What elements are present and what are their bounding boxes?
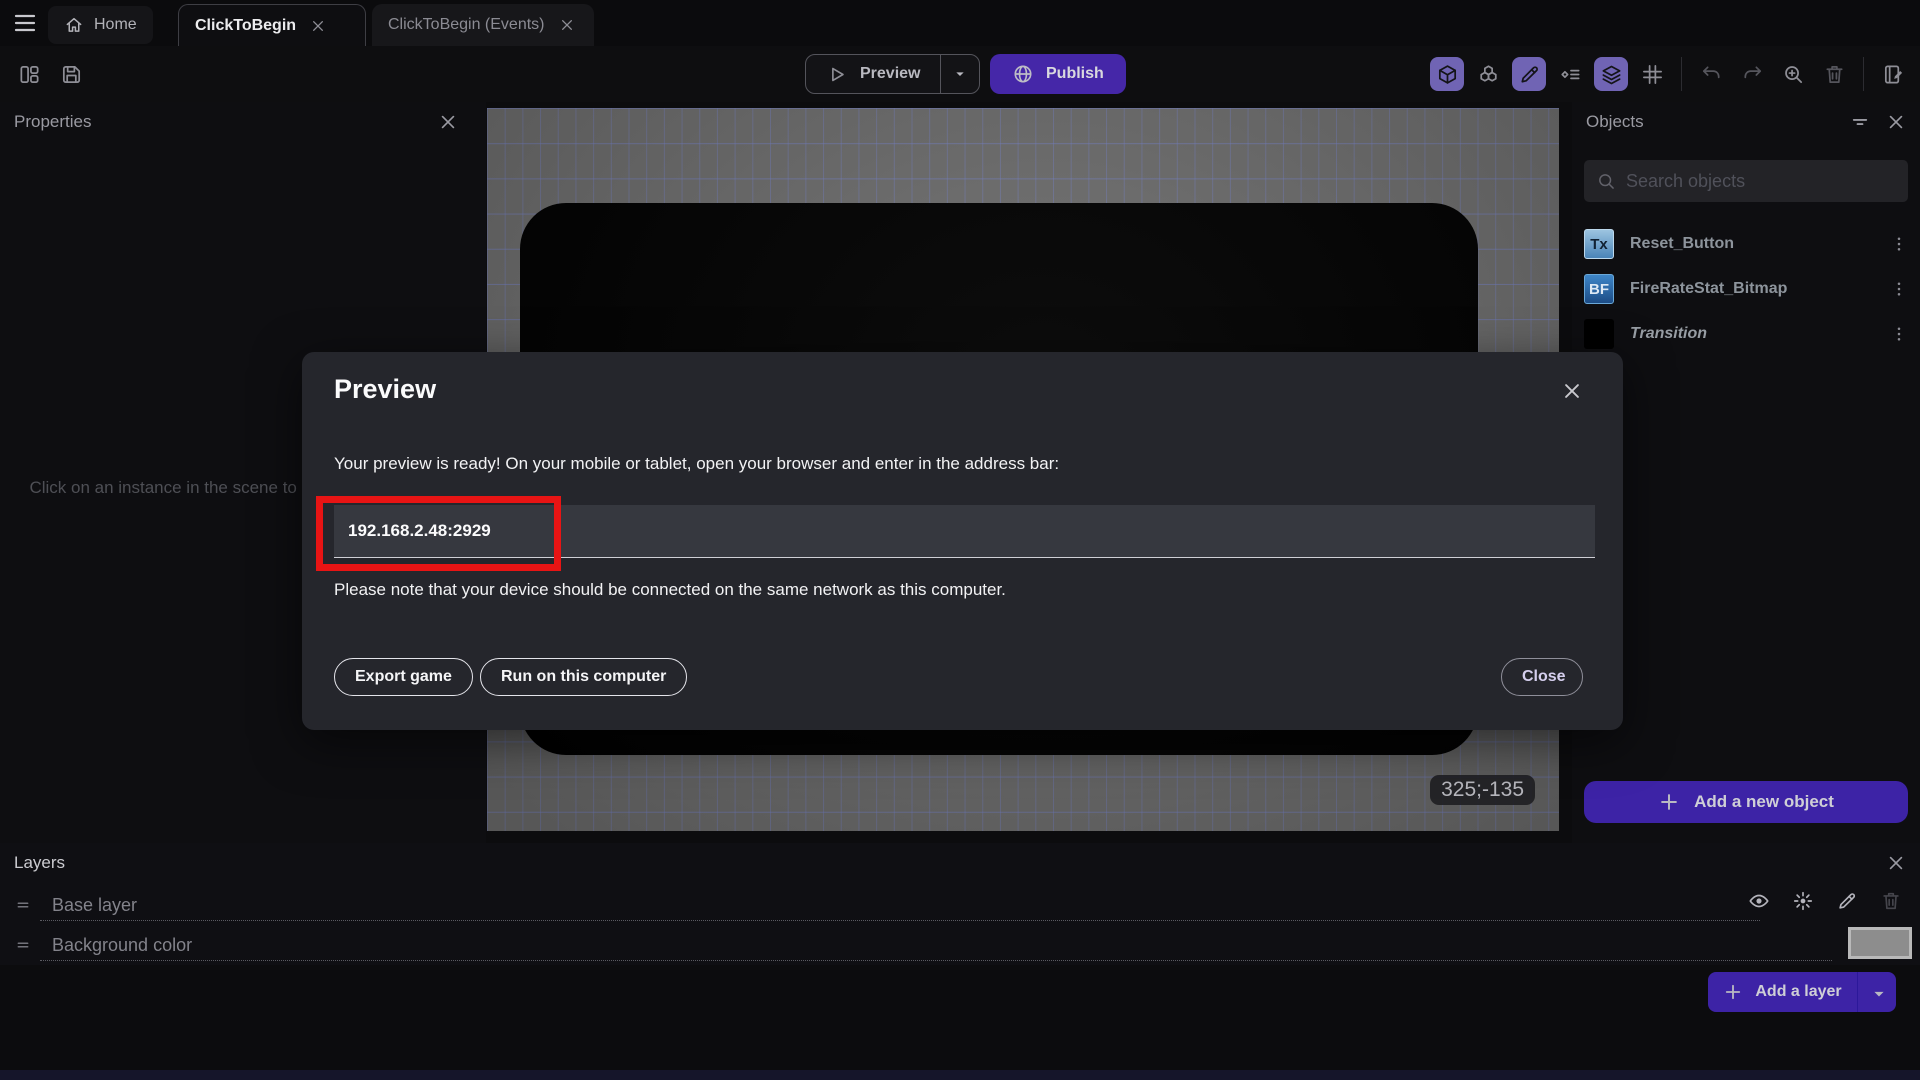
add-layer-dropdown-button[interactable]: [1858, 984, 1896, 1000]
close-button[interactable]: Close: [1501, 658, 1583, 696]
add-object-label: Add a new object: [1694, 792, 1834, 811]
properties-panel-title: Properties: [14, 112, 92, 131]
object-label: Transition: [1630, 325, 1708, 342]
drag-handle-icon[interactable]: [12, 938, 34, 952]
objects-panel-title: Objects: [1586, 112, 1644, 131]
add-layer-label: Add a layer: [1755, 983, 1842, 1000]
bottom-strip: [0, 1070, 1920, 1080]
layer-row-base[interactable]: Base layer: [0, 885, 1920, 925]
preview-dialog: Preview Your preview is ready! On your m…: [302, 352, 1623, 730]
zoom-in-icon[interactable]: [1776, 57, 1810, 91]
tab-events-label: ClickToBegin (Events): [388, 16, 545, 33]
cube-3d-icon[interactable]: [1430, 57, 1464, 91]
object-row-reset-button[interactable]: Tx Reset_Button: [1572, 222, 1920, 266]
object-label: FireRateStat_Bitmap: [1630, 280, 1788, 297]
search-icon: [1596, 171, 1616, 191]
tab-scene[interactable]: ClickToBegin: [178, 4, 366, 46]
tab-events[interactable]: ClickToBegin (Events): [372, 4, 594, 46]
delete-layer-icon[interactable]: [1880, 890, 1902, 912]
cursor-coordinates-badge: 325;-135: [1430, 775, 1535, 805]
run-on-this-computer-button[interactable]: Run on this computer: [480, 658, 688, 696]
text-object-icon: Tx: [1584, 229, 1614, 259]
home-icon: [64, 15, 84, 35]
close-icon[interactable]: [559, 17, 575, 33]
panels-icon[interactable]: [12, 57, 46, 91]
close-icon[interactable]: [1886, 112, 1906, 132]
more-options-icon[interactable]: [1890, 325, 1908, 343]
layer-name: Base layer: [52, 894, 138, 915]
objects-panel: Objects Search objects Tx Reset_Button B…: [1572, 102, 1920, 843]
sprite-object-icon: [1584, 319, 1614, 349]
visibility-eye-icon[interactable]: [1748, 890, 1770, 912]
preview-dropdown-button[interactable]: [941, 54, 979, 94]
more-options-icon[interactable]: [1890, 235, 1908, 253]
close-icon[interactable]: [1886, 853, 1906, 873]
layer-row-background-color[interactable]: Background color: [0, 925, 1920, 965]
plus-icon: [1658, 791, 1680, 813]
objects-blocks-icon[interactable]: [1471, 57, 1505, 91]
close-icon[interactable]: [310, 18, 326, 34]
bitmap-font-object-icon: BF: [1584, 274, 1614, 304]
scene-notes-icon[interactable]: [1876, 57, 1910, 91]
globe-icon: [1012, 63, 1034, 85]
plus-icon: [1723, 982, 1743, 1002]
tab-home-label: Home: [94, 16, 137, 33]
preview-button-label: Preview: [860, 65, 921, 82]
trash-icon[interactable]: [1817, 57, 1851, 91]
search-placeholder: Search objects: [1626, 170, 1746, 191]
instances-list-icon[interactable]: [1553, 57, 1587, 91]
close-icon[interactable]: [438, 112, 458, 132]
tab-scene-label: ClickToBegin: [195, 16, 297, 34]
drag-handle-icon[interactable]: [12, 898, 34, 912]
edit-layer-icon[interactable]: [1836, 890, 1858, 912]
preview-address-input[interactable]: [334, 505, 1595, 558]
redo-icon[interactable]: [1735, 57, 1769, 91]
add-new-object-button[interactable]: Add a new object: [1584, 781, 1908, 823]
background-color-swatch[interactable]: [1848, 927, 1912, 959]
undo-icon[interactable]: [1694, 57, 1728, 91]
dialog-note: Please note that your device should be c…: [334, 580, 1006, 599]
dialog-message: Your preview is ready! On your mobile or…: [334, 454, 1060, 473]
add-layer-button[interactable]: Add a layer: [1708, 972, 1896, 1012]
object-row-fireratestat-bitmap[interactable]: BF FireRateStat_Bitmap: [1572, 267, 1920, 311]
toolbar: Preview Publish: [0, 46, 1920, 102]
object-row-transition[interactable]: Transition: [1572, 312, 1920, 356]
layers-icon[interactable]: [1594, 57, 1628, 91]
export-game-button[interactable]: Export game: [334, 658, 473, 696]
dialog-title: Preview: [334, 374, 437, 404]
layers-panel-title: Layers: [14, 853, 66, 872]
object-label: Reset_Button: [1630, 235, 1735, 252]
play-icon: [826, 63, 848, 85]
save-icon[interactable]: [54, 57, 88, 91]
grid-icon[interactable]: [1635, 57, 1669, 91]
publish-button[interactable]: Publish: [990, 54, 1126, 94]
edit-pencil-icon[interactable]: [1512, 57, 1546, 91]
filter-icon[interactable]: [1850, 112, 1870, 132]
preview-button[interactable]: Preview: [805, 54, 981, 94]
layer-name: Background color: [52, 934, 193, 955]
main-menu-icon[interactable]: [12, 11, 38, 35]
layer-effects-icon[interactable]: [1792, 890, 1814, 912]
more-options-icon[interactable]: [1890, 280, 1908, 298]
tab-home[interactable]: Home: [48, 6, 153, 44]
layers-panel: Layers Base layer Background color: [0, 843, 1920, 965]
tab-bar: Home ClickToBegin ClickToBegin (Events): [0, 0, 1920, 46]
publish-button-label: Publish: [1046, 65, 1104, 82]
close-icon[interactable]: [1561, 380, 1583, 402]
search-objects-input[interactable]: Search objects: [1584, 160, 1908, 202]
